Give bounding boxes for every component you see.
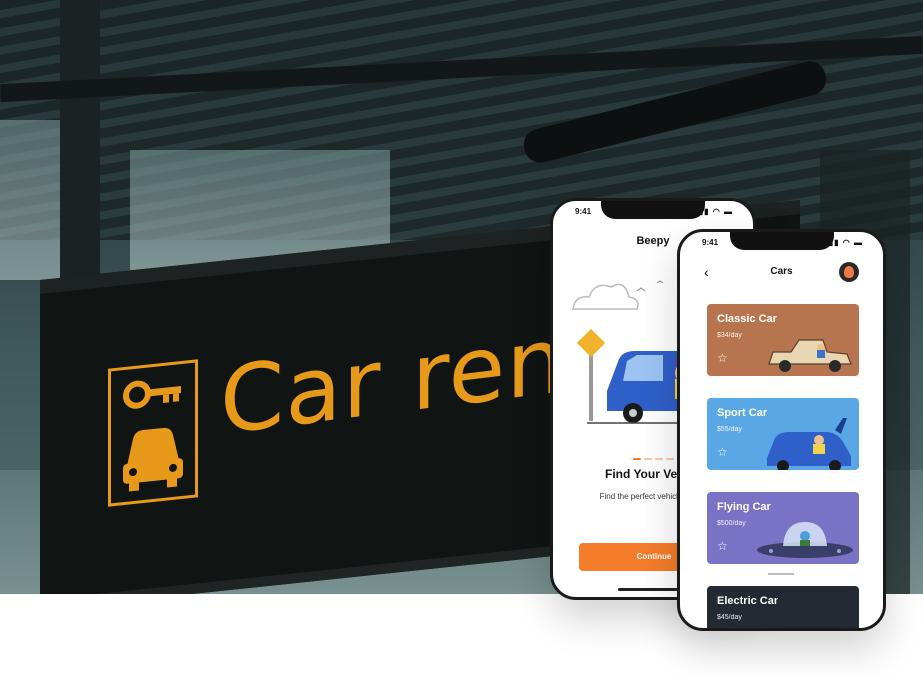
car-name: Flying Car [717,501,771,513]
star-icon[interactable]: ☆ [717,351,728,365]
sport-car-icon [767,418,851,470]
star-icon[interactable]: ☆ [717,539,728,553]
status-bar: 9:41 ▮▮ ◠ ▬ [553,207,753,221]
pagination-dot[interactable] [666,458,674,460]
pagination-dot[interactable] [633,458,641,460]
car-card-flying[interactable]: Flying Car $500/day ☆ [707,492,859,564]
status-time: 9:41 [575,207,592,216]
pagination-dot[interactable] [644,458,652,460]
pagination-dots [633,447,677,465]
car-price: $500/day [717,520,746,527]
electric-car-icon [785,624,855,631]
phone-cars-screen: 9:41 ▮▮ ◠ ▬ ‹ Cars Classic Car $34/day ☆… [677,229,886,631]
car-card-classic[interactable]: Classic Car $34/day ☆ [707,304,859,376]
car-price: $45/day [717,614,742,621]
avatar[interactable] [839,262,859,282]
car-key-icon [108,359,198,507]
status-time: 9:41 [702,238,719,247]
car-name: Sport Car [717,407,768,419]
star-icon[interactable]: ☆ [717,445,728,459]
onboarding-heading: Find Your Vehi [605,467,688,481]
car-price: $34/day [717,332,742,339]
classic-car-icon [768,339,852,372]
status-icons: ▮▮ ◠ ▬ [828,238,863,247]
status-icons: ▮▮ ◠ ▬ [698,207,733,216]
car-card-sport[interactable]: Sport Car $55/day ☆ [707,398,859,470]
car-price: $55/day [717,426,742,433]
car-name: Electric Car [717,595,779,607]
list-divider [768,573,794,575]
status-bar: 9:41 ▮▮ ◠ ▬ [680,238,883,252]
flying-car-icon [757,522,853,558]
pagination-dot[interactable] [655,458,663,460]
car-card-electric[interactable]: Electric Car $45/day [707,586,859,631]
car-name: Classic Car [717,313,777,325]
